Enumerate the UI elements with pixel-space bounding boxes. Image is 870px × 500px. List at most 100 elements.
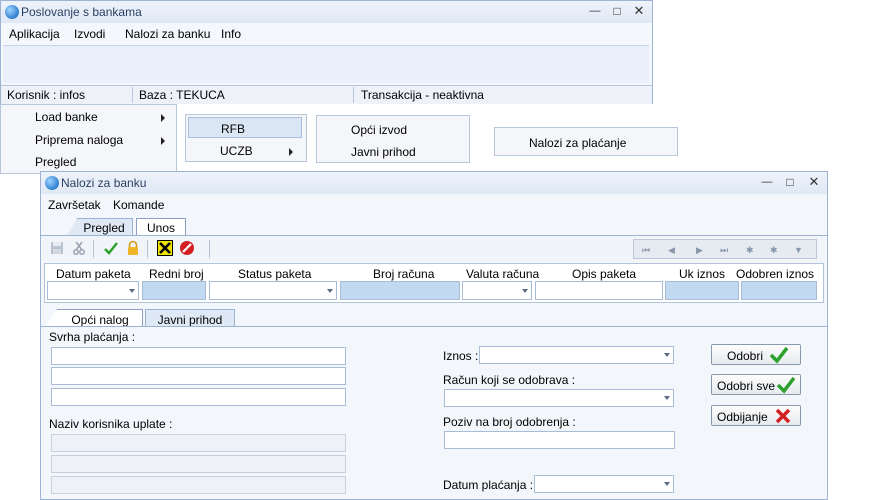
maximize-icon[interactable]: □: [779, 174, 801, 190]
last-record-icon[interactable]: ⏭: [720, 245, 728, 256]
toolbar-separator: [209, 240, 210, 258]
toolbar-separator: [147, 240, 148, 258]
menu-item-nalozi-za-placanje[interactable]: Nalozi za plaćanje: [529, 136, 626, 150]
naziv-korisnika-line2[interactable]: [51, 455, 346, 473]
odobri-button[interactable]: Odobri: [711, 344, 801, 365]
menu-item-pregled[interactable]: Pregled: [35, 155, 76, 169]
status-db: Baza : TEKUCA: [139, 88, 225, 102]
record-navigator: ⏮ ◀ ▶ ⏭ ✱ ✱ ▼: [633, 239, 817, 259]
col-broj-racuna: Broj računa: [373, 267, 435, 281]
menu-item-priprema-naloga[interactable]: Priprema naloga: [35, 133, 123, 147]
col-odobren-iznos: Odobren iznos: [736, 267, 815, 281]
close-icon[interactable]: ✕: [803, 174, 825, 190]
app-icon: [45, 176, 59, 190]
app-icon: [5, 5, 19, 19]
main-menubar: Aplikacija Izvodi Nalozi za banku Info: [1, 27, 652, 45]
toolbar: ⏮ ◀ ▶ ⏭ ✱ ✱ ▼: [43, 236, 825, 262]
maximize-icon[interactable]: □: [606, 3, 628, 19]
status-divider: [132, 87, 133, 103]
child-window-title: Nalozi za banku: [61, 176, 147, 190]
check-icon: [769, 346, 789, 364]
delete-record-icon[interactable]: ✱: [770, 245, 778, 256]
child-titlebar[interactable]: Nalozi za banku — □ ✕: [41, 172, 827, 194]
cell-broj-racuna[interactable]: [340, 281, 460, 300]
cell-opis-paketa[interactable]: [535, 281, 663, 300]
child-menubar: Završetak Komande: [41, 198, 827, 214]
check-icon[interactable]: [103, 240, 119, 256]
status-transaction: Transakcija - neaktivna: [361, 88, 484, 102]
menu-zavrsetak[interactable]: Završetak: [48, 198, 101, 212]
tab-unos[interactable]: Unos: [136, 218, 186, 236]
datum-placanja-combo[interactable]: [534, 475, 674, 493]
label-iznos: Iznos :: [443, 349, 479, 363]
cell-redni-broj[interactable]: [142, 281, 206, 300]
subtab-javni-prihod[interactable]: Javni prihod: [145, 309, 235, 327]
cut-icon[interactable]: [71, 240, 87, 256]
col-datum-paketa: Datum paketa: [56, 267, 131, 281]
label-poziv-na-broj: Poziv na broj odobrenja :: [443, 415, 576, 429]
lock-icon[interactable]: [125, 240, 141, 256]
submenu-arrow-icon: [289, 148, 293, 156]
cross-icon: [775, 408, 791, 424]
tab-pregled[interactable]: Pregled: [67, 218, 133, 236]
dropdown-menu-priprema: RFB UCZB: [185, 114, 307, 162]
chevron-down-icon: [664, 353, 670, 357]
cell-datum-paketa[interactable]: [47, 281, 139, 300]
naziv-korisnika-line1[interactable]: [51, 434, 346, 452]
cell-uk-iznos[interactable]: [665, 281, 739, 300]
delete-x-icon[interactable]: [157, 240, 173, 256]
check-icon: [776, 376, 796, 394]
cell-status-paketa[interactable]: [209, 281, 337, 300]
chevron-down-icon: [129, 288, 135, 293]
chevron-down-icon: [522, 288, 528, 293]
status-user: Korisnik : infos: [7, 88, 86, 102]
col-opis-paketa: Opis paketa: [572, 267, 637, 281]
menu-info[interactable]: Info: [221, 27, 241, 41]
close-icon[interactable]: ✕: [628, 3, 650, 19]
menu-item-load-banke[interactable]: Load banke: [35, 110, 98, 124]
odbijanje-button[interactable]: Odbijanje: [711, 405, 801, 426]
insert-record-icon[interactable]: ✱: [746, 245, 754, 256]
menu-item-rfb-highlight[interactable]: RFB: [188, 117, 302, 138]
label-naziv-korisnika: Naziv korisnika uplate :: [49, 417, 173, 431]
prev-record-icon[interactable]: ◀: [668, 245, 675, 256]
svrha-placanja-line3[interactable]: [51, 388, 346, 406]
cell-valuta-racuna[interactable]: [462, 281, 532, 300]
col-redni-broj: Redni broj: [149, 267, 204, 281]
toolbar-separator: [93, 240, 94, 258]
subtab-opci-nalog[interactable]: Opći nalog: [45, 309, 143, 327]
label-datum-placanja: Datum plaćanja :: [443, 478, 534, 492]
next-record-icon[interactable]: ▶: [696, 245, 703, 256]
poziv-na-broj-input[interactable]: [444, 431, 675, 449]
naziv-korisnika-line3[interactable]: [51, 476, 346, 494]
minimize-icon[interactable]: —: [584, 3, 606, 19]
main-window: Poslovanje s bankama — □ ✕ Aplikacija Iz…: [0, 0, 653, 104]
svrha-placanja-line2[interactable]: [51, 367, 346, 385]
first-record-icon[interactable]: ⏮: [642, 245, 650, 256]
menu-komande[interactable]: Komande: [113, 198, 164, 212]
odobri-sve-button[interactable]: Odobri sve: [711, 374, 801, 395]
menu-nalozi-za-banku[interactable]: Nalozi za banku: [125, 27, 210, 41]
menu-item-opci-izvod[interactable]: Opći izvod: [351, 123, 407, 137]
cancel-icon[interactable]: [179, 240, 195, 256]
menu-item-uczb[interactable]: UCZB: [220, 144, 253, 158]
main-titlebar[interactable]: Poslovanje s bankama — □ ✕: [1, 1, 652, 23]
menu-izvodi[interactable]: Izvodi: [74, 27, 105, 41]
cell-odobren-iznos[interactable]: [741, 281, 817, 300]
form-panel: Svrha plaćanja : Naziv korisnika uplate …: [43, 327, 825, 499]
menu-item-javni-prihod[interactable]: Javni prihod: [351, 145, 416, 159]
submenu-arrow-icon: [161, 137, 165, 145]
filter-icon[interactable]: ▼: [794, 245, 803, 255]
save-icon[interactable]: [49, 240, 65, 256]
menu-item-rfb[interactable]: RFB: [221, 122, 245, 136]
status-divider: [353, 87, 354, 103]
menu-aplikacija[interactable]: Aplikacija: [9, 27, 60, 41]
dropdown-menu-rfb: Opći izvod Javni prihod: [316, 115, 470, 163]
racun-odobrava-combo[interactable]: [444, 389, 674, 407]
minimize-icon[interactable]: —: [756, 174, 778, 190]
iznos-combo[interactable]: [479, 346, 674, 364]
child-window: Nalozi za banku — □ ✕ Završetak Komande …: [40, 171, 828, 500]
svrha-placanja-line1[interactable]: [51, 347, 346, 365]
chevron-down-icon: [327, 288, 333, 293]
col-status-paketa: Status paketa: [238, 267, 312, 281]
